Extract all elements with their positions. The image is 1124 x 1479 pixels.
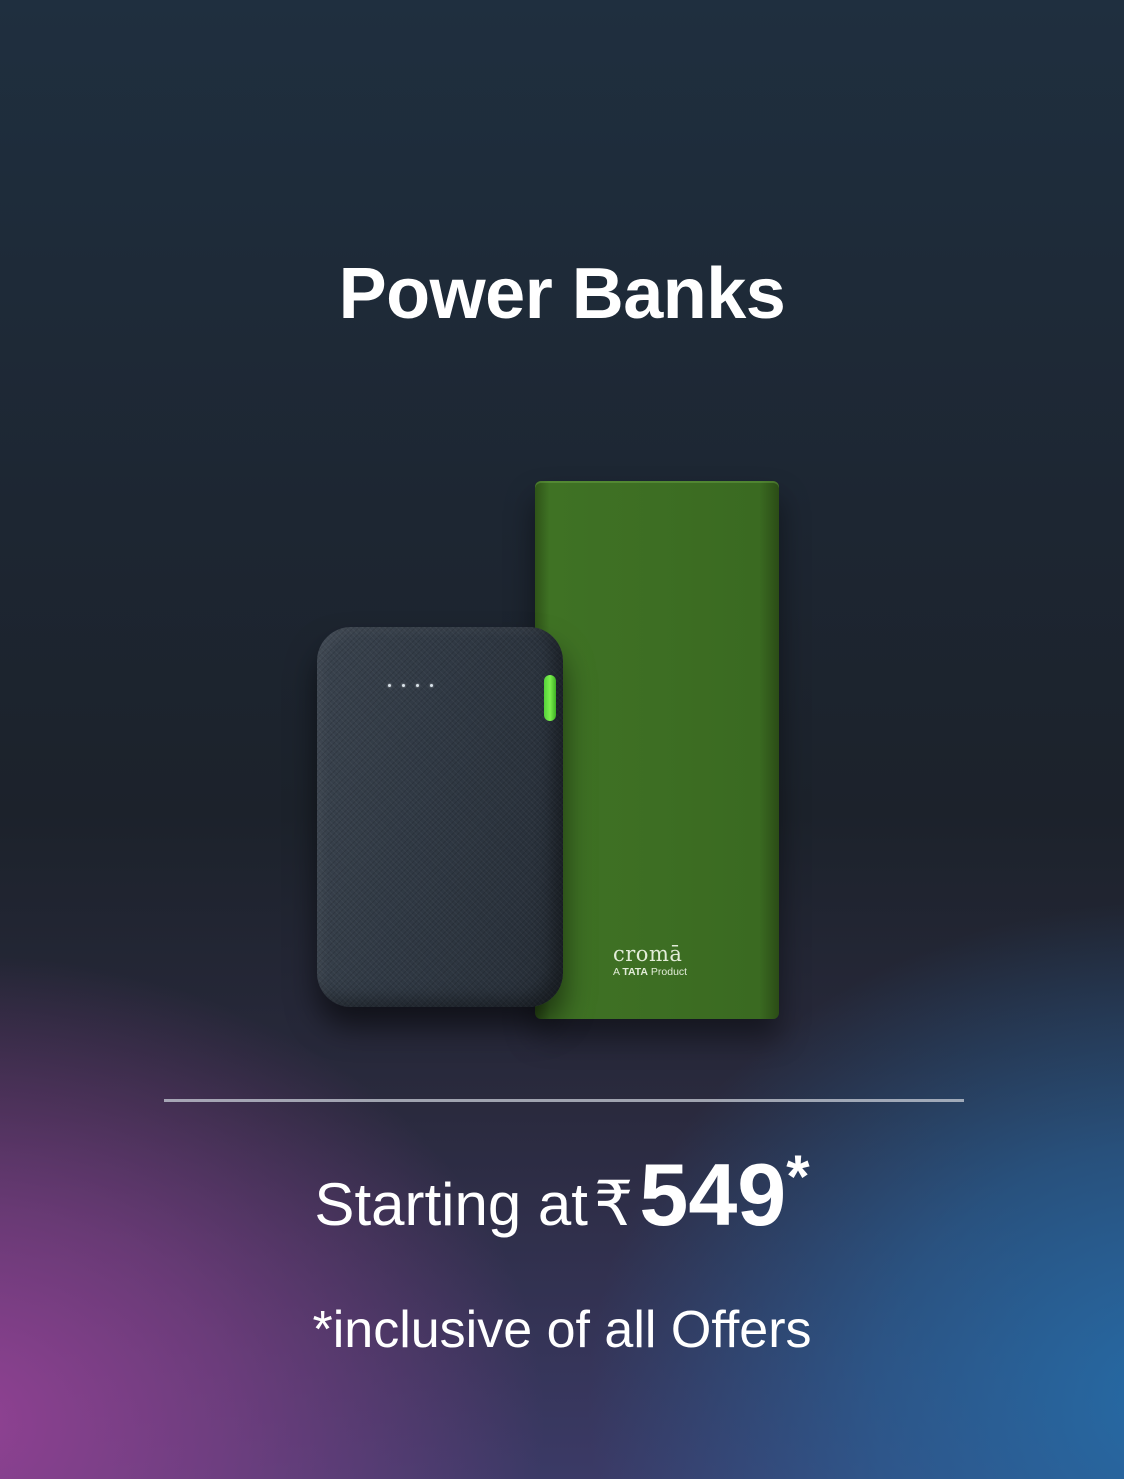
- battery-led-indicators: [388, 684, 433, 687]
- led-dot: [430, 684, 433, 687]
- green-power-bank-image: cromā A TATA Product: [535, 481, 779, 1019]
- led-dot: [388, 684, 391, 687]
- price-amount: 549: [639, 1145, 787, 1244]
- offer-disclaimer: *inclusive of all Offers: [312, 1301, 812, 1359]
- banner-title: Power Banks: [338, 254, 786, 334]
- rupee-symbol: ₹: [593, 1167, 634, 1240]
- promo-banner[interactable]: Power Banks cromā A TATA Product Startin…: [0, 0, 1124, 1479]
- price-prefix: Starting at: [314, 1171, 588, 1238]
- tata-product-tagline: A TATA Product: [613, 966, 688, 978]
- led-dot: [416, 684, 419, 687]
- croma-brand-text: cromā: [613, 942, 683, 966]
- power-button: [544, 675, 556, 721]
- starting-price: Starting at₹549*: [0, 1142, 1124, 1246]
- led-dot: [402, 684, 405, 687]
- croma-logo: cromā A TATA Product: [613, 943, 687, 979]
- divider-line: [164, 1099, 964, 1102]
- price-asterisk: *: [786, 1143, 810, 1210]
- fabric-power-bank-image: [317, 627, 563, 1007]
